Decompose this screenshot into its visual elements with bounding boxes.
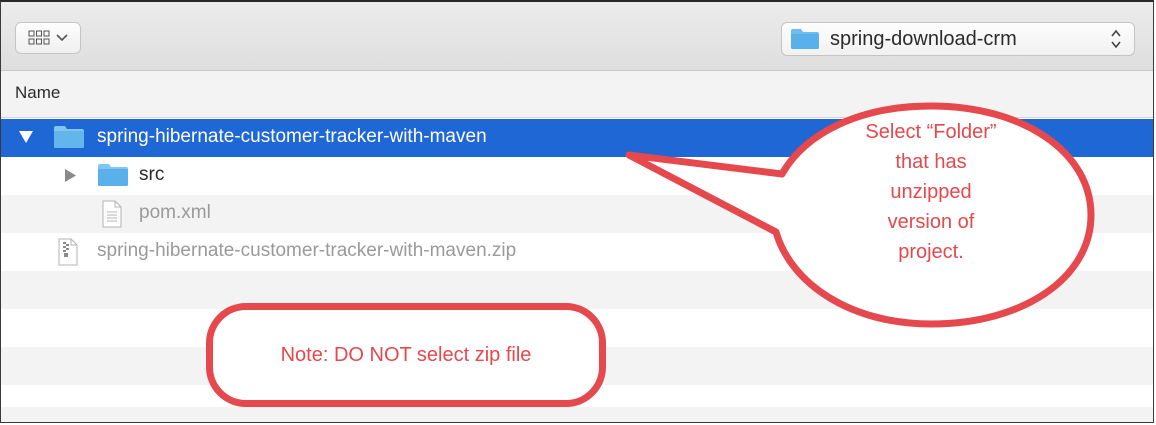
finder-window: spring-download-crm Name spring-hibernat…: [0, 0, 1154, 423]
callout-line: Select “Folder”: [865, 121, 997, 143]
zip-note-callout: Note: DO NOT select zip file: [206, 303, 606, 407]
callout-line: unzipped: [890, 181, 972, 203]
callout-line: that has: [895, 151, 967, 173]
callout-line: project.: [898, 241, 964, 263]
callout-line: version of: [887, 211, 975, 233]
zip-note-text: Note: DO NOT select zip file: [280, 343, 532, 366]
folder-callout-text: Select “Folder” that has unzipped versio…: [816, 117, 1046, 267]
